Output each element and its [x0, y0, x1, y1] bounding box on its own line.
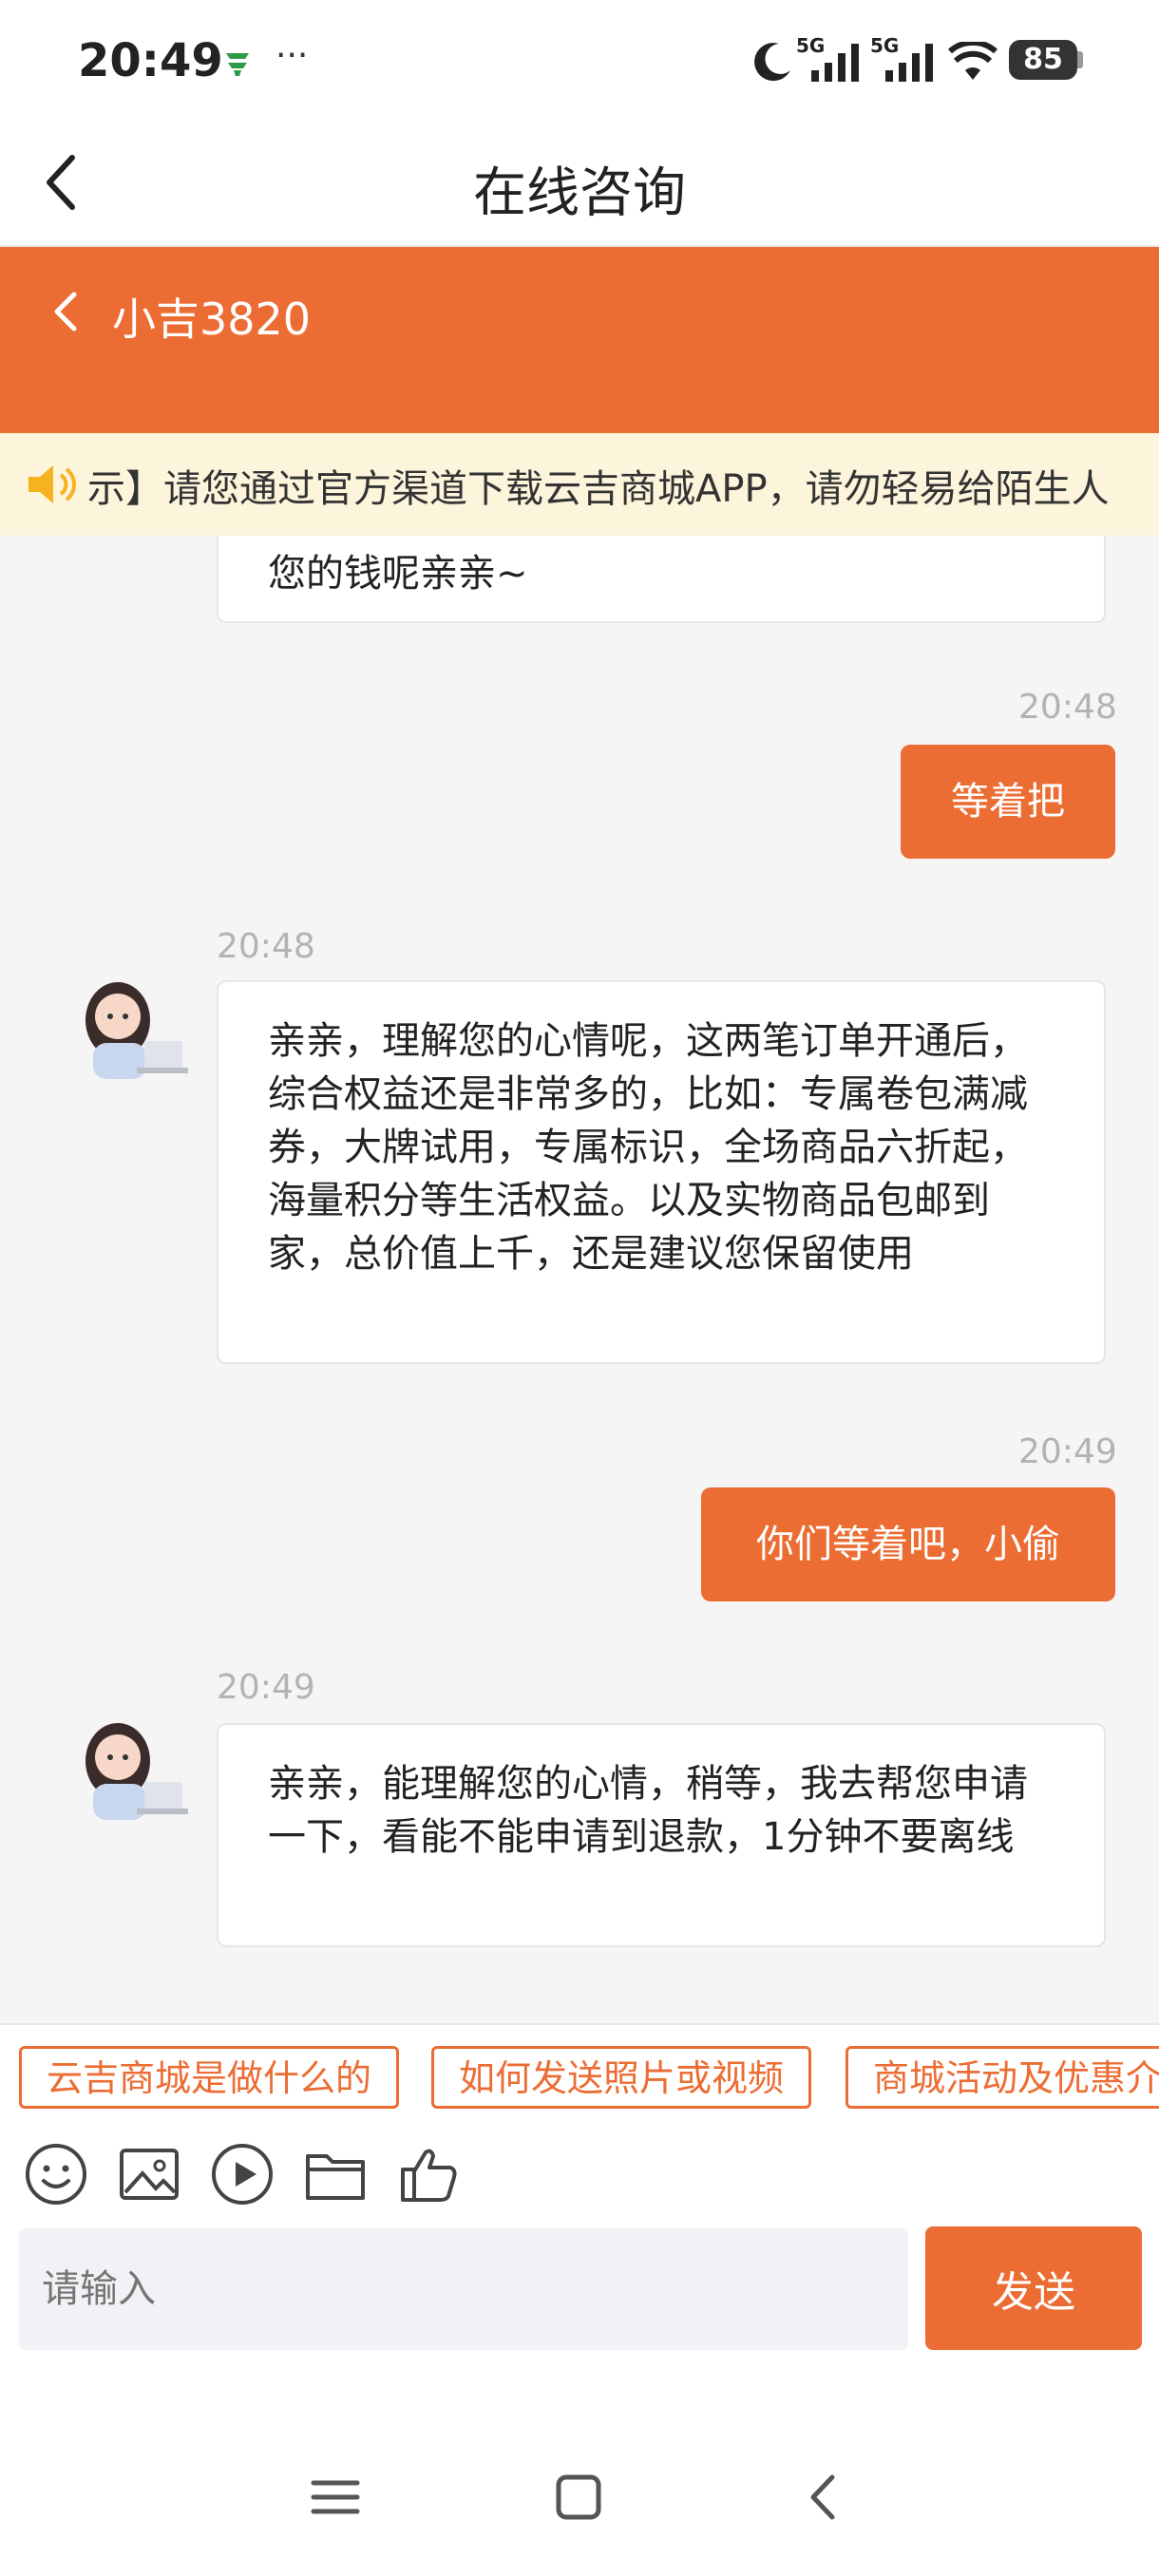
user-message: 等着把: [901, 745, 1115, 859]
quick-reply-chip[interactable]: 云吉商城是做什么的: [19, 2046, 400, 2109]
agent-message: 亲亲，理解您的心情呢，这两笔订单开通后，综合权益还是非常多的，比如：专属卷包满减…: [217, 980, 1106, 1364]
agent-avatar: [86, 1723, 188, 1820]
message-time: 20:49: [217, 1668, 315, 1707]
battery-level: 85: [1023, 43, 1063, 76]
chat-area[interactable]: 您的钱呢亲亲~ 20:48 等着把 20:48 亲亲，理解您的心情呢，这两笔订单…: [0, 536, 1159, 2023]
message-text: 您的钱呢亲亲~: [268, 552, 528, 596]
notice-text: 示】请您通过官方渠道下载云吉商城APP，请勿轻易给陌生人: [87, 467, 1110, 511]
message-text: 亲亲，理解您的心情呢，这两笔订单开通后，综合权益还是非常多的，比如：专属卷包满减…: [268, 1019, 1028, 1276]
home-icon[interactable]: [545, 2464, 612, 2530]
app-notification-icon: [226, 53, 249, 76]
send-button[interactable]: 发送: [925, 2226, 1142, 2350]
agent-name: 小吉3820: [112, 294, 312, 345]
message-text: 亲亲，能理解您的心情，稍等，我去帮您申请一下，看能不能申请到退款，1分钟不要离线: [268, 1762, 1028, 1859]
agent-back-icon[interactable]: [42, 283, 89, 340]
status-more: ···: [276, 36, 309, 75]
battery-tip: [1077, 51, 1083, 68]
menu-icon[interactable]: [302, 2464, 369, 2530]
message-input[interactable]: [19, 2228, 908, 2350]
agent-message: 您的钱呢亲亲~: [217, 536, 1106, 623]
emoji-icon[interactable]: [21, 2139, 91, 2209]
notice-banner: 示】请您通过官方渠道下载云吉商城APP，请勿轻易给陌生人: [0, 433, 1159, 536]
quick-reply-chip[interactable]: 如何发送照片或视频: [431, 2046, 812, 2109]
video-icon[interactable]: [207, 2139, 277, 2209]
signal-icon-2: [885, 44, 933, 82]
image-icon[interactable]: [114, 2139, 184, 2209]
status-time: 20:49: [78, 34, 223, 87]
user-message: 你们等着吧，小偷: [701, 1487, 1115, 1601]
agent-message: 亲亲，能理解您的心情，稍等，我去帮您申请一下，看能不能申请到退款，1分钟不要离线: [217, 1723, 1106, 1947]
page-title: 在线咨询: [473, 162, 686, 224]
quick-reply-chip[interactable]: 商城活动及优惠介绍: [846, 2046, 1159, 2109]
message-time: 20:48: [217, 927, 315, 966]
message-text: 你们等着吧，小偷: [756, 1523, 1060, 1566]
agent-header: 小吉3820: [0, 247, 1159, 433]
message-text: 等着把: [951, 780, 1065, 824]
back-nav-icon[interactable]: [790, 2464, 857, 2530]
message-time: 20:49: [1018, 1432, 1117, 1471]
battery-icon: 85: [1009, 40, 1077, 80]
wifi-icon: [948, 42, 998, 80]
quick-replies: 云吉商城是做什么的 如何发送照片或视频 商城活动及优惠介绍: [0, 2023, 1159, 2124]
thumbs-up-icon[interactable]: [393, 2139, 464, 2209]
signal-icon: [811, 44, 859, 82]
status-bar: 20:49 ··· 5G 5G 85: [0, 0, 1159, 123]
input-toolbar: [0, 2122, 1159, 2226]
agent-avatar: [86, 982, 188, 1079]
system-nav-bar: [0, 2369, 1159, 2576]
message-time: 20:48: [1018, 688, 1117, 727]
moon-icon: [754, 43, 790, 82]
nav-bar: 在线咨询: [0, 123, 1159, 247]
speaker-icon: [28, 465, 76, 503]
input-row: 发送: [0, 2226, 1159, 2369]
folder-icon[interactable]: [300, 2139, 370, 2209]
